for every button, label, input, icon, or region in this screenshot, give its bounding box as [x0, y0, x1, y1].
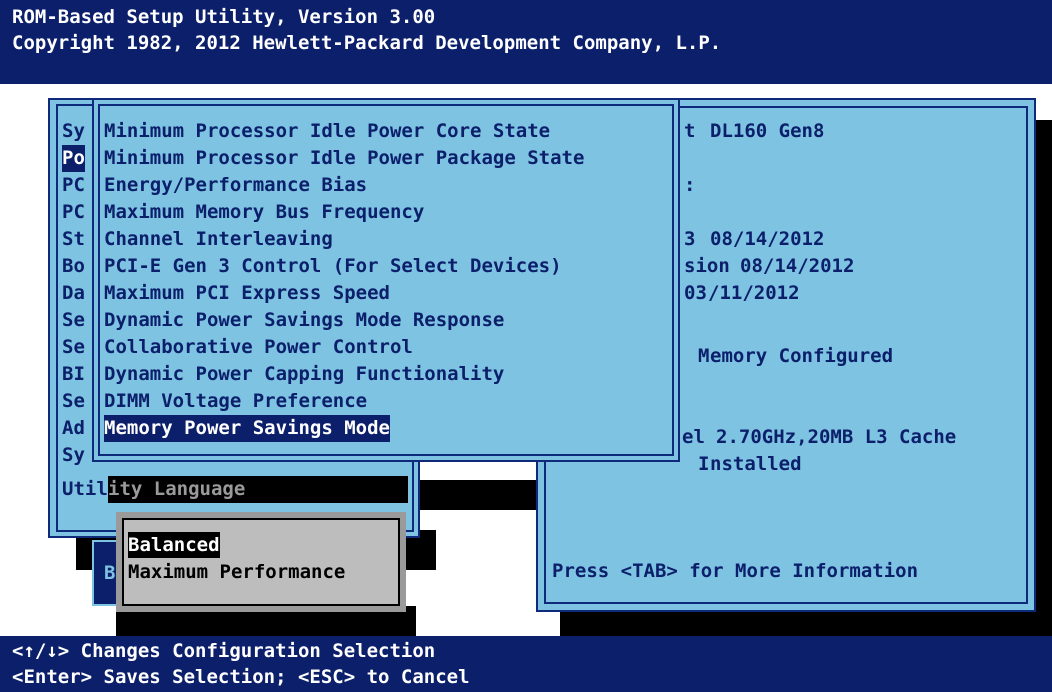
info-line-prefix: I [698, 453, 710, 475]
utility-language-item-dark[interactable]: ity Language [108, 476, 408, 503]
info-line-prefix: sion [684, 255, 730, 277]
utility-language-item-prefix[interactable]: Util [62, 476, 108, 503]
menu-item-idle-core-state[interactable]: Minimum Processor Idle Power Core State [104, 118, 550, 145]
installed-text: nstalled [710, 453, 802, 475]
main-menu-item-selected[interactable]: Po [62, 145, 85, 172]
info-line-prefix: 3 [684, 228, 696, 250]
utility-language-label: ity Language [108, 478, 246, 500]
menu-item-dynamic-power-response[interactable]: Dynamic Power Savings Mode Response [104, 307, 504, 334]
menu-item-pcie-gen3-control[interactable]: PCI-E Gen 3 Control (For Select Devices) [104, 253, 562, 280]
server-model: DL160 Gen8 [710, 120, 825, 142]
rom-date: 08/14/2012 [710, 228, 825, 250]
popup-behind-letter: B [104, 562, 116, 584]
tab-hint: Press <TAB> for More Information [552, 560, 919, 582]
utility-title: ROM-Based Setup Utility, Version 3.00 [12, 6, 436, 28]
option-maximum-performance[interactable]: Maximum Performance [128, 559, 345, 585]
menu-item-memory-bus-frequency[interactable]: Maximum Memory Bus Frequency [104, 199, 424, 226]
title-bar: ROM-Based Setup Utility, Version 3.00 Co… [0, 0, 1052, 84]
power-menu-list: Minimum Processor Idle Power Core State … [104, 118, 670, 448]
info-line-prefix: : [684, 174, 696, 196]
main-menu-item[interactable]: PC [62, 199, 85, 226]
info-line-prefix: el [682, 426, 705, 448]
menu-item-pci-express-speed[interactable]: Maximum PCI Express Speed [104, 280, 390, 307]
main-menu-item[interactable]: Da [62, 280, 85, 307]
main-menu-item[interactable]: Sy [62, 118, 85, 145]
info-line-prefix: M [698, 345, 710, 367]
main-menu-item[interactable]: Se [62, 307, 85, 334]
main-menu-item[interactable]: Ad [62, 415, 85, 442]
menu-item-power-capping[interactable]: Dynamic Power Capping Functionality [104, 361, 504, 388]
main-menu-item[interactable]: St [62, 226, 85, 253]
navigation-hint: <↑/↓> Changes Configuration Selection [12, 640, 436, 662]
status-bar: <↑/↓> Changes Configuration Selection <E… [0, 636, 1052, 692]
menu-item-collaborative-power[interactable]: Collaborative Power Control [104, 334, 413, 361]
system-info-lines: t DL160 Gen8 : 3 08/14/2012 sion 08/14/2… [680, 118, 1028, 498]
info-line-prefix: t [684, 120, 696, 142]
info-line-prefix: 03 [684, 282, 707, 304]
main-menu-item[interactable]: BI [62, 361, 85, 388]
main-menu-item[interactable]: Se [62, 388, 85, 415]
bootblock-date: /11/2012 [708, 282, 800, 304]
options-list: Balanced Maximum Performance [128, 532, 396, 592]
processor-info: 2.70GHz,20MB L3 Cache [716, 426, 957, 448]
menu-item-energy-bias[interactable]: Energy/Performance Bias [104, 172, 367, 199]
main-menu-item[interactable]: Sy [62, 442, 85, 469]
backup-rom-date: 08/14/2012 [740, 255, 855, 277]
menu-item-dimm-voltage[interactable]: DIMM Voltage Preference [104, 388, 367, 415]
save-cancel-hint: <Enter> Saves Selection; <ESC> to Cancel [12, 666, 470, 688]
main-menu-item[interactable]: Bo [62, 253, 85, 280]
main-menu-item[interactable]: PC [62, 172, 85, 199]
menu-item-channel-interleaving[interactable]: Channel Interleaving [104, 226, 333, 253]
memory-configured: emory Configured [710, 345, 894, 367]
menu-item-memory-power-savings-selected[interactable]: Memory Power Savings Mode [104, 415, 390, 442]
option-balanced[interactable]: Balanced [128, 532, 220, 558]
menu-item-idle-package-state[interactable]: Minimum Processor Idle Power Package Sta… [104, 145, 584, 172]
main-menu-item[interactable]: Se [62, 334, 85, 361]
copyright-text: Copyright 1982, 2012 Hewlett-Packard Dev… [12, 32, 722, 54]
